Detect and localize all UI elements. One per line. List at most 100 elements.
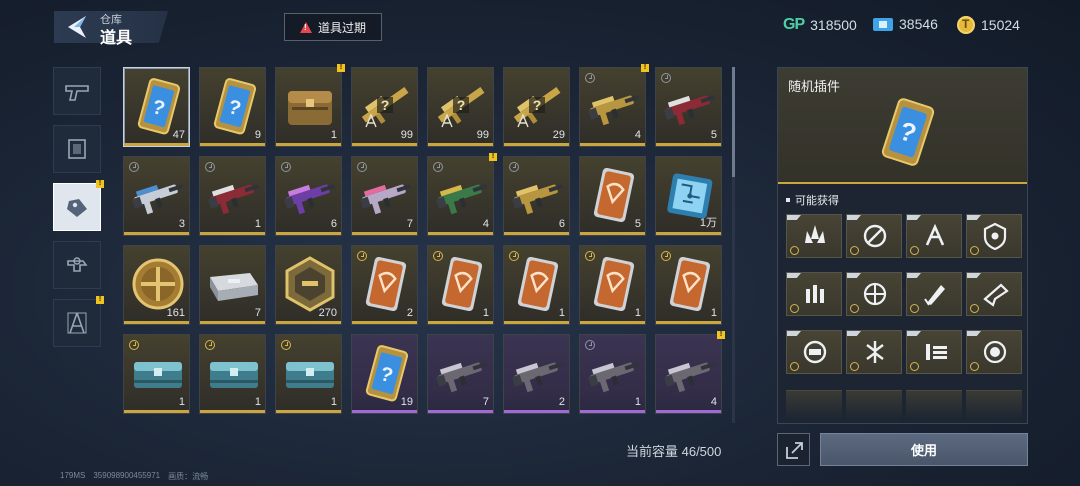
inventory-slot[interactable]: ? 19	[351, 334, 418, 414]
timer-icon	[357, 251, 367, 261]
inventory-slot[interactable]: 5	[579, 156, 646, 236]
scrollbar-thumb[interactable]	[732, 67, 735, 177]
inventory-slot[interactable]: ? 47	[123, 67, 190, 147]
inventory-slot[interactable]: 1	[655, 245, 722, 325]
item-count: 5	[710, 129, 717, 141]
item-count: 1	[482, 307, 489, 319]
tab-gear[interactable]	[53, 241, 101, 289]
plugin-type-icon	[910, 304, 919, 313]
inventory-slot[interactable]: ! 4	[427, 153, 497, 236]
inventory-slot[interactable]: 1	[579, 245, 646, 325]
item-detail-panel: 随机插件 ? 可能获得	[777, 67, 1028, 424]
tab-corner	[967, 215, 981, 220]
inventory-slot[interactable]: ? 99	[351, 67, 418, 147]
inventory-slot[interactable]: 1	[275, 334, 342, 414]
inventory-slot[interactable]: ! 1	[275, 64, 345, 147]
timer-icon	[509, 162, 519, 172]
gear-icon	[67, 257, 88, 272]
item-count: 19	[400, 396, 413, 408]
inventory-slot[interactable]: 6	[275, 156, 342, 236]
plugin-slot-faded	[846, 390, 902, 420]
inventory-slot[interactable]: 7	[199, 245, 266, 325]
inventory-slot[interactable]: 1	[123, 334, 190, 414]
obtainable-plugin[interactable]	[966, 272, 1022, 316]
warning-icon	[299, 21, 312, 33]
inventory-slot[interactable]: 270	[275, 245, 342, 325]
inventory-slot[interactable]: 1	[503, 245, 570, 325]
tab-blueprints[interactable]: !	[53, 296, 104, 347]
inventory-slot[interactable]: 1	[199, 334, 266, 414]
timer-icon	[129, 340, 139, 350]
inventory-slot[interactable]: 1	[427, 245, 494, 325]
inventory-scrollbar[interactable]	[732, 67, 735, 423]
expired-items-button[interactable]: 道具过期	[284, 13, 382, 41]
inventory-slot[interactable]: 2	[351, 245, 418, 325]
item-count: 1	[254, 218, 261, 230]
rarity-bar	[656, 321, 721, 324]
inventory-slot[interactable]: ! 4	[579, 64, 649, 147]
obtainable-plugin[interactable]	[906, 272, 962, 316]
inventory-slot[interactable]: 2	[503, 334, 570, 414]
plugin-slot-faded	[786, 390, 842, 420]
inventory-slot[interactable]: 1	[579, 334, 646, 414]
obtainable-plugin[interactable]	[966, 330, 1022, 374]
obtainable-plugin[interactable]	[786, 272, 842, 316]
share-button[interactable]	[777, 433, 810, 466]
rarity-bar	[276, 143, 341, 146]
inventory-slot[interactable]: 7	[427, 334, 494, 414]
timer-icon	[129, 162, 139, 172]
tab-corner	[847, 331, 861, 336]
tab-frames[interactable]	[53, 125, 101, 173]
inventory-slot[interactable]: 7	[351, 156, 418, 236]
obtainable-plugin[interactable]	[906, 214, 962, 258]
inventory-slot[interactable]: 161	[123, 245, 190, 325]
arrow-plugin-icon	[925, 223, 945, 246]
inventory-slot[interactable]: 1	[199, 156, 266, 236]
item-count: 2	[558, 396, 565, 408]
rarity-bar	[124, 410, 189, 413]
inventory-slot[interactable]: 3	[123, 156, 190, 236]
item-count: 6	[330, 218, 337, 230]
use-button[interactable]: 使用	[820, 433, 1028, 466]
obtainable-plugin[interactable]	[846, 272, 902, 316]
rarity-bar	[580, 232, 645, 235]
inventory-slot[interactable]: 1万	[655, 156, 722, 236]
inventory-slot[interactable]: ? 99	[427, 67, 494, 147]
plugin-type-icon	[970, 304, 979, 313]
tab-items[interactable]: !	[53, 180, 104, 231]
inventory-slot[interactable]: ? 29	[503, 67, 570, 147]
obtainable-plugin[interactable]	[786, 330, 842, 374]
obtainable-plugin[interactable]	[906, 330, 962, 374]
obtainable-plugin[interactable]	[846, 214, 902, 258]
item-count: 1	[330, 396, 337, 408]
item-count: 5	[634, 218, 641, 230]
inventory-slot[interactable]: 6	[503, 156, 570, 236]
tab-weapons[interactable]	[53, 67, 101, 115]
timer-icon	[205, 340, 215, 350]
rarity-bar	[124, 143, 189, 146]
obtainable-plugin[interactable]	[786, 214, 842, 258]
obtainable-plugin[interactable]	[966, 214, 1022, 258]
rarity-bar	[580, 143, 645, 146]
timer-icon	[357, 162, 367, 172]
pistol-icon	[65, 85, 89, 101]
cross-plugin-icon	[863, 224, 887, 248]
timer-icon	[585, 251, 595, 261]
new-badge: !	[717, 331, 725, 339]
rarity-bar	[200, 232, 265, 235]
rarity-bar	[124, 321, 189, 324]
rocket-plugin-icon	[924, 285, 945, 306]
target-plugin-icon	[863, 282, 887, 306]
inventory-slot[interactable]: 5	[655, 67, 722, 147]
obtainable-plugin[interactable]	[846, 330, 902, 374]
tab-corner	[967, 273, 981, 278]
rarity-bar	[124, 232, 189, 235]
back-arrow-icon[interactable]	[66, 15, 88, 39]
ping-text: 179MS	[60, 471, 86, 480]
rarity-bar	[276, 321, 341, 324]
tab-corner	[847, 215, 861, 220]
tab-corner	[847, 273, 861, 278]
orb-plugin-icon	[983, 340, 1007, 364]
inventory-slot[interactable]: ! 4	[655, 331, 725, 414]
inventory-slot[interactable]: ? 9	[199, 67, 266, 147]
